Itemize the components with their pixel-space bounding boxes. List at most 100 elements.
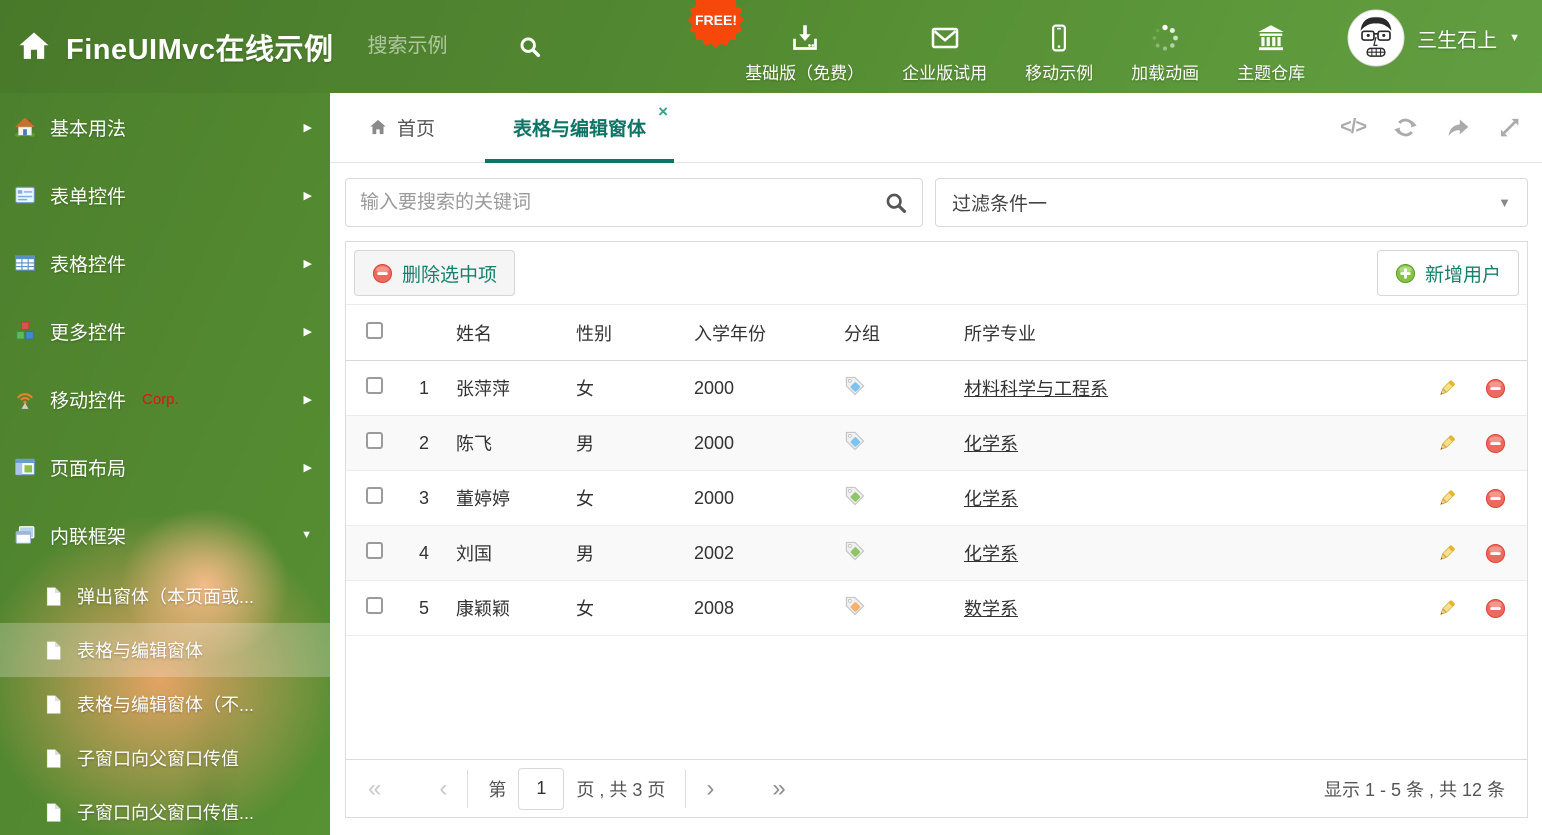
major-link[interactable]: 数学系 — [964, 599, 1018, 619]
table-header-row: 姓名 性别 入学年份 分组 所学专业 — [346, 305, 1527, 361]
sidebar-subitem-child-to-parent[interactable]: 子窗口向父窗口传值 — [0, 731, 330, 785]
cell-gender: 男 — [576, 544, 594, 564]
delete-icon[interactable] — [1485, 598, 1506, 619]
nav-basic-free[interactable]: 基础版（免费） — [745, 9, 864, 84]
major-link[interactable]: 化学系 — [964, 489, 1018, 509]
app-title: FineUIMvc在线示例 — [66, 33, 334, 66]
nav-enterprise-trial[interactable]: 企业版试用 — [902, 9, 987, 84]
sidebar-item-page-layout[interactable]: 页面布局 ▶ — [0, 433, 330, 501]
col-major: 所学专业 — [964, 323, 1036, 344]
free-badge: FREE! — [687, 0, 747, 56]
edit-icon[interactable] — [1436, 598, 1457, 619]
header-nav: 基础版（免费） 企业版试用 移动示例 加载动画 主题仓库 三生石上 ▼ — [745, 9, 1520, 84]
cell-group — [839, 485, 959, 512]
file-icon — [46, 694, 61, 714]
next-page-button[interactable]: › — [706, 776, 714, 801]
edit-icon[interactable] — [1436, 378, 1457, 399]
tag-icon — [845, 541, 865, 560]
download-icon — [790, 21, 820, 53]
major-link[interactable]: 化学系 — [964, 544, 1018, 564]
row-checkbox[interactable] — [366, 597, 383, 614]
mobile-icon — [1046, 21, 1072, 53]
frames-icon — [15, 526, 35, 544]
cell-year: 2002 — [694, 542, 735, 563]
sidebar-item-mobile-controls[interactable]: 移动控件 Corp. ▶ — [0, 365, 330, 433]
delete-selected-button[interactable]: 删除选中项 — [354, 250, 516, 296]
sidebar-subitem-child-to-parent-2[interactable]: 子窗口向父窗口传值... — [0, 785, 330, 835]
filter-dropdown[interactable]: 过滤条件一 ▼ — [935, 178, 1528, 227]
layout-icon — [15, 458, 35, 476]
file-icon — [46, 586, 61, 606]
major-link[interactable]: 材料科学与工程系 — [964, 379, 1108, 399]
chevron-right-icon: ▶ — [303, 121, 312, 134]
row-index: 3 — [418, 487, 429, 508]
cell-year: 2008 — [694, 597, 735, 618]
table-row: 3 董婷婷 女 2000 化学系 — [346, 471, 1527, 526]
tab-grid-edit-window[interactable]: 表格与编辑窗体 × — [485, 93, 675, 163]
pagination-bar: « ‹ 第 页 , 共 3 页 › » 显示 1 - 5 条 , 共 12 条 — [346, 759, 1527, 817]
add-user-button[interactable]: 新增用户 — [1376, 250, 1519, 296]
expand-icon[interactable] — [1497, 115, 1522, 140]
row-checkbox[interactable] — [366, 377, 383, 394]
view-source-icon[interactable]: </> — [1340, 116, 1367, 139]
tab-toolbar: </> — [1340, 115, 1522, 140]
chevron-right-icon: ▶ — [303, 189, 312, 202]
sidebar-item-iframe[interactable]: 内联框架 ▼ — [0, 501, 330, 569]
sidebar-item-grid-controls[interactable]: 表格控件 ▶ — [0, 229, 330, 297]
brand[interactable]: FineUIMvc在线示例 — [16, 26, 334, 68]
delete-icon[interactable] — [1485, 543, 1506, 564]
app-header: FineUIMvc在线示例 FREE! — [0, 0, 1542, 93]
edit-icon[interactable] — [1436, 488, 1457, 509]
free-badge-burst: FREE! — [687, 0, 745, 49]
nav-mobile-demo[interactable]: 移动示例 — [1025, 9, 1093, 84]
sidebar-subitem-grid-edit-window[interactable]: 表格与编辑窗体 — [0, 623, 330, 677]
tag-icon — [845, 486, 865, 505]
header-search-input[interactable] — [367, 35, 518, 58]
row-checkbox[interactable] — [366, 432, 383, 449]
sidebar-item-form-controls[interactable]: 表单控件 ▶ — [0, 161, 330, 229]
cell-gender: 女 — [576, 489, 594, 509]
caret-down-icon: ▼ — [1498, 195, 1511, 210]
edit-icon[interactable] — [1436, 433, 1457, 454]
home-icon — [19, 32, 49, 59]
cell-gender: 男 — [576, 434, 594, 454]
header-search — [367, 35, 578, 59]
delete-icon[interactable] — [1485, 488, 1506, 509]
last-page-button[interactable]: » — [772, 776, 785, 801]
nav-loading-animation[interactable]: 加载动画 — [1131, 9, 1199, 84]
row-checkbox[interactable] — [366, 542, 383, 559]
share-icon[interactable] — [1445, 115, 1470, 140]
username: 三生石上 — [1417, 29, 1498, 52]
nav-theme-repo[interactable]: 主题仓库 — [1237, 9, 1305, 84]
sidebar: 基本用法 ▶ 表单控件 ▶ 表格控件 ▶ 更多控件 ▶ 移动控件 Corp. ▶… — [0, 93, 330, 835]
major-link[interactable]: 化学系 — [964, 434, 1018, 454]
tag-icon — [845, 376, 865, 395]
search-icon[interactable] — [518, 35, 542, 59]
user-menu[interactable]: 三生石上 ▼ — [1347, 9, 1520, 67]
sidebar-subitem-grid-edit-window-2[interactable]: 表格与编辑窗体（不... — [0, 677, 330, 731]
cubes-icon — [16, 321, 34, 340]
prev-page-button[interactable]: ‹ — [439, 776, 447, 801]
row-checkbox[interactable] — [366, 487, 383, 504]
delete-icon[interactable] — [1485, 378, 1506, 399]
search-icon[interactable] — [884, 191, 908, 215]
delete-icon[interactable] — [1485, 433, 1506, 454]
edit-icon[interactable] — [1436, 543, 1457, 564]
table-row: 2 陈飞 男 2000 化学系 — [346, 416, 1527, 471]
sidebar-item-more-controls[interactable]: 更多控件 ▶ — [0, 297, 330, 365]
corp-badge: Corp. — [142, 390, 179, 408]
select-all-checkbox[interactable] — [366, 321, 383, 339]
refresh-icon[interactable] — [1393, 115, 1418, 140]
page-number-input[interactable] — [518, 767, 565, 810]
file-icon — [46, 802, 61, 822]
divider — [685, 769, 687, 808]
filter-dropdown-value: 过滤条件一 — [952, 194, 1048, 215]
first-page-button[interactable]: « — [368, 776, 381, 801]
sidebar-subitem-popup-window[interactable]: 弹出窗体（本页面或... — [0, 569, 330, 623]
row-index: 2 — [418, 432, 429, 453]
keyword-search-input[interactable] — [360, 191, 884, 214]
close-icon[interactable]: × — [658, 103, 668, 120]
form-icon — [15, 186, 35, 204]
tab-home[interactable]: 首页 — [346, 114, 457, 141]
sidebar-item-basic-usage[interactable]: 基本用法 ▶ — [0, 93, 330, 161]
